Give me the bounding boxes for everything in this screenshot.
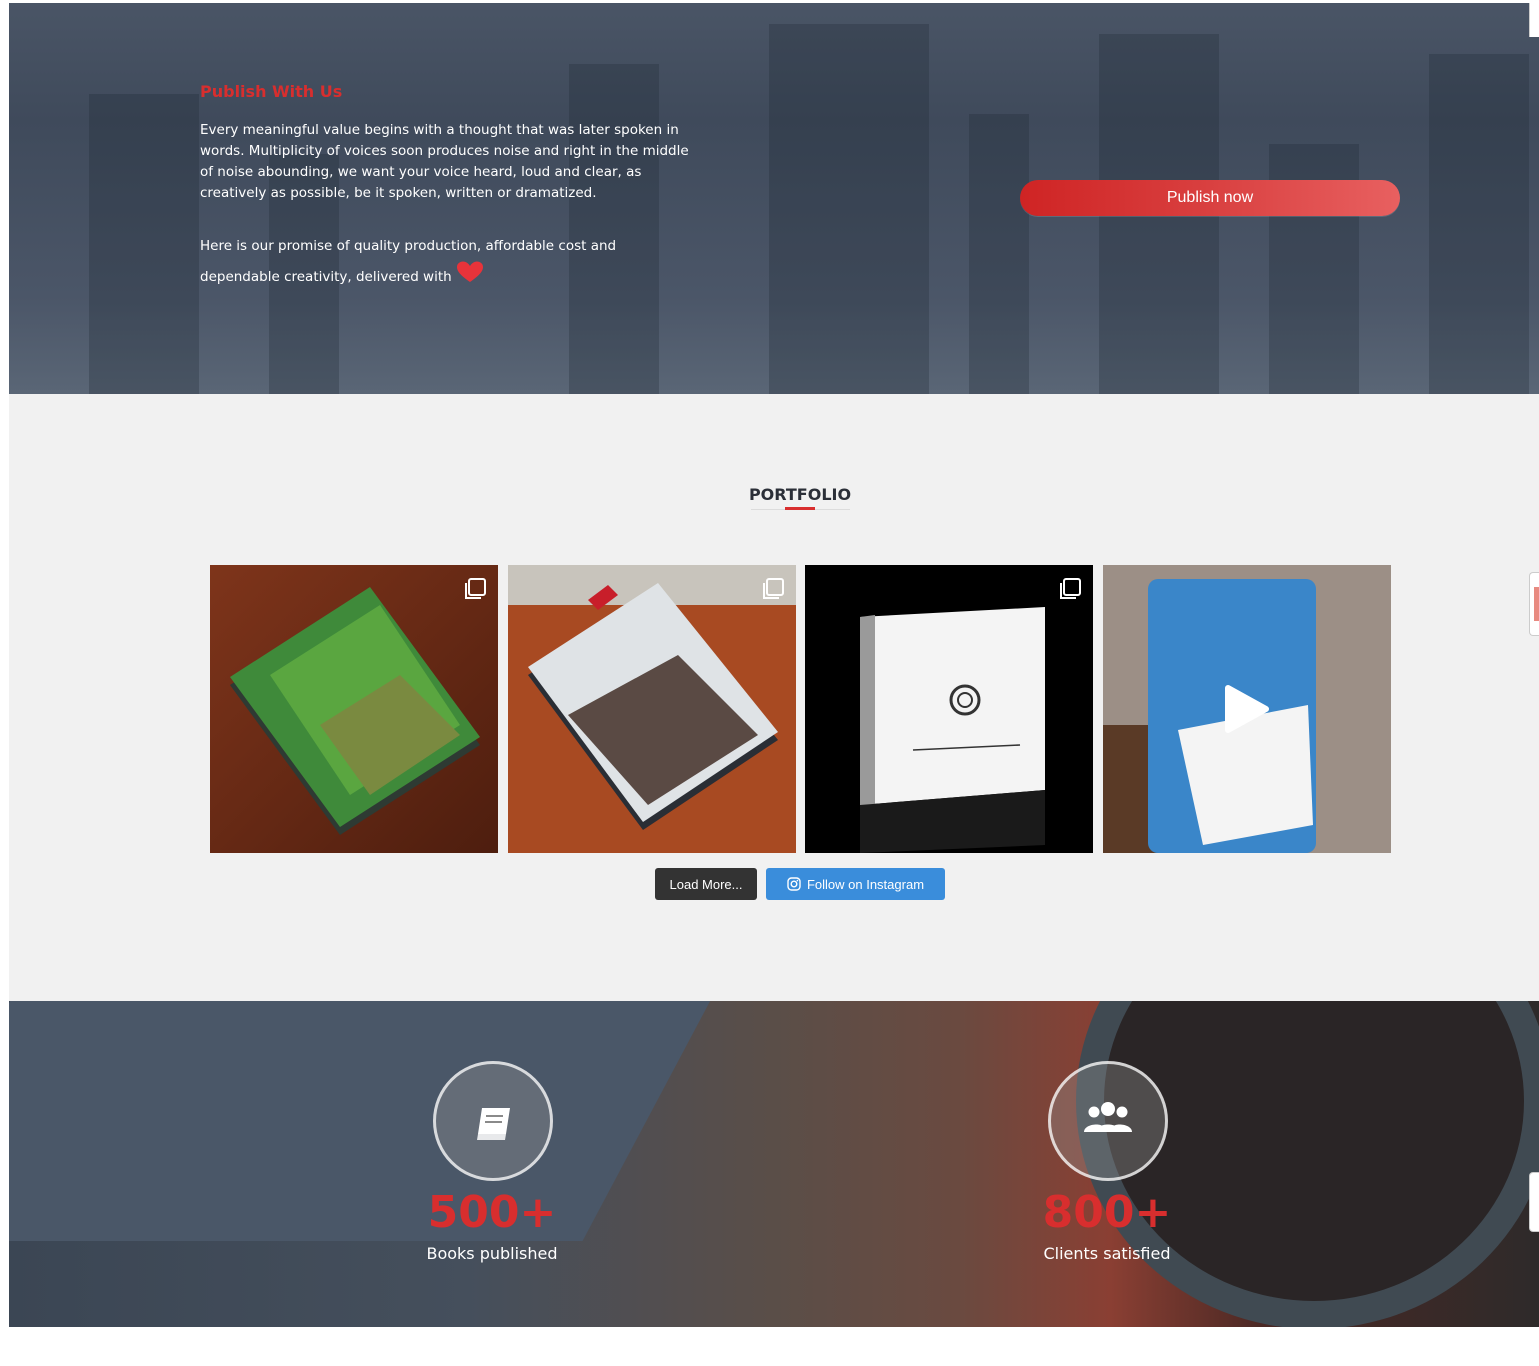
- instagram-post[interactable]: [1103, 565, 1391, 853]
- hero-promise: Here is our promise of quality productio…: [200, 232, 670, 292]
- portfolio-section: PORTFOLIO Load More... Follow on Instagr…: [9, 394, 1539, 1001]
- book-photo-witnesses: [210, 565, 498, 853]
- book-photo-compliments: [805, 565, 1093, 853]
- hero-description: Every meaningful value begins with a tho…: [200, 122, 689, 201]
- side-scroll-tab: [1529, 3, 1539, 37]
- instagram-post[interactable]: [508, 565, 796, 853]
- instagram-icon: [787, 877, 801, 891]
- follow-instagram-button[interactable]: Follow on Instagram: [766, 868, 945, 900]
- publish-hero: Publish With Us Every meaningful value b…: [9, 3, 1539, 394]
- instagram-post[interactable]: [805, 565, 1093, 853]
- hero-promise-text: Here is our promise of quality productio…: [200, 238, 617, 285]
- stat-icon-circle: [1048, 1061, 1168, 1181]
- instagram-post[interactable]: [210, 565, 498, 853]
- book-photo-dream-alive: [508, 565, 796, 853]
- stats-section: 500+ Books published 800+ Clients satisf…: [9, 1001, 1539, 1327]
- side-floating-tab[interactable]: [1529, 572, 1539, 636]
- users-icon: [1084, 1102, 1132, 1132]
- portfolio-title: PORTFOLIO: [748, 485, 852, 504]
- stat-icon-circle: [433, 1061, 553, 1181]
- publish-now-button[interactable]: Publish now: [1020, 180, 1400, 216]
- play-icon: [1225, 685, 1269, 733]
- stat-label: Books published: [426, 1244, 558, 1263]
- multiple-images-icon: [465, 578, 486, 599]
- multiple-images-icon: [763, 578, 784, 599]
- book-icon: [477, 1108, 510, 1140]
- stat-value: 500+: [427, 1187, 557, 1238]
- multiple-images-icon: [1060, 578, 1081, 599]
- title-accent-bar: [785, 507, 815, 510]
- follow-instagram-label: Follow on Instagram: [806, 876, 925, 892]
- stat-value: 800+: [1042, 1187, 1172, 1238]
- heart-icon: [456, 261, 483, 282]
- hero-title: Publish With Us: [200, 82, 343, 101]
- side-floating-tab[interactable]: [1529, 1172, 1539, 1232]
- load-more-button[interactable]: Load More...: [655, 868, 757, 900]
- stat-label: Clients satisfied: [1043, 1244, 1171, 1263]
